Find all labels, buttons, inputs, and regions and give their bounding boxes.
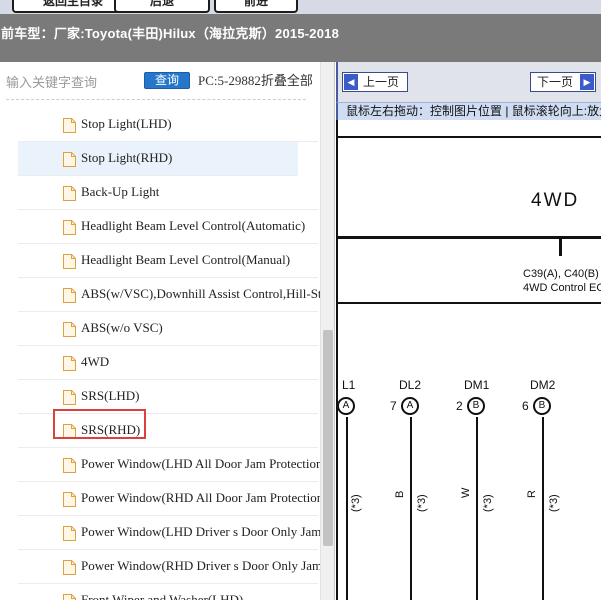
wire-label: R	[526, 490, 538, 498]
document-icon	[63, 390, 76, 405]
document-icon	[63, 424, 76, 439]
tree-item-label: Stop Light(RHD)	[81, 150, 173, 165]
diagram-viewer: ◀ 上一页 下一页 ▶ 鼠标左右拖动：控制图片位置 | 鼠标滚轮向上:放大 4W…	[336, 62, 601, 600]
tree-item-label: Back-Up Light	[81, 184, 160, 199]
document-icon	[63, 458, 76, 473]
wire-note: (*3)	[482, 494, 494, 512]
diagram-title: 4WD	[531, 190, 580, 211]
tree-item[interactable]: Power Window(RHD Driver s Door Only Jam …	[18, 550, 320, 584]
tree-item[interactable]: Stop Light(LHD)	[18, 108, 318, 142]
wiring-tree: Stop Light(LHD) Stop Light(RHD) Back-Up Li…	[0, 108, 320, 600]
wire-note: (*3)	[416, 494, 428, 512]
pin-label: DM2	[530, 378, 556, 392]
pin-connector-circle: B	[467, 397, 485, 415]
tree-item-label: Stop Light(LHD)	[81, 116, 172, 131]
tree-item-label: Headlight Beam Level Control(Automatic)	[81, 218, 306, 233]
tree-item-label: ABS(w/VSC),Downhill Assist Control,Hill-…	[81, 286, 320, 301]
prev-page-button[interactable]: ◀ 上一页	[342, 72, 408, 92]
document-icon	[63, 594, 76, 600]
pin-connector-circle: A	[401, 397, 419, 415]
tree-panel: 查询 PC:5-29882折叠全部 Stop Light(LHD)Stop Li…	[0, 62, 335, 600]
tree-item[interactable]: Headlight Beam Level Control(Manual)	[18, 244, 318, 278]
prev-page-label: 上一页	[363, 75, 400, 89]
connector-name: 4WD Control ECU	[523, 282, 601, 294]
tree-item-label: Power Window(LHD Driver s Door Only Jam …	[81, 524, 320, 539]
wire-label: B	[394, 490, 406, 498]
pin-number: 7	[390, 399, 397, 413]
tree-item-label: SRS(LHD)	[81, 388, 140, 403]
wire-label: (*3)	[350, 494, 362, 512]
pin-number: 2	[456, 399, 463, 413]
diagram-border-top	[338, 136, 601, 138]
document-icon	[63, 220, 76, 235]
tree-item-label: 4WD	[81, 354, 110, 369]
search-input[interactable]	[6, 71, 140, 93]
tree-item-label: Power Window(LHD All Door Jam Protection…	[81, 456, 320, 471]
search-divider	[6, 99, 306, 100]
tree-item[interactable]: ABS(w/o VSC)	[18, 312, 318, 346]
vehicle-label: 前车型：	[1, 26, 54, 41]
top-header: 返回主目录 后退 前进 前车型：厂家:Toyota(丰田)Hilux（海拉克斯）…	[0, 0, 601, 62]
document-icon	[63, 526, 76, 541]
search-row: 查询 PC:5-29882折叠全部	[0, 62, 335, 102]
wire-line	[542, 417, 544, 600]
document-icon	[63, 560, 76, 575]
pin-label: DL2	[399, 378, 422, 392]
ecu-box-line	[338, 302, 601, 304]
vehicle-info: 前车型：厂家:Toyota(丰田)Hilux（海拉克斯）2015-2018	[1, 23, 339, 42]
tree-item-label: Headlight Beam Level Control(Manual)	[81, 252, 291, 267]
tree-scrollbar[interactable]	[320, 62, 334, 600]
tree-item[interactable]: Power Window(RHD All Door Jam Protection…	[18, 482, 320, 516]
connector-lead	[559, 239, 562, 256]
tree-item[interactable]: ABS(w/VSC),Downhill Assist Control,Hill-…	[18, 278, 320, 312]
document-icon	[63, 322, 76, 337]
tree-item-label: Power Window(RHD All Door Jam Protection…	[81, 490, 320, 505]
page-nav: ◀ 上一页 下一页 ▶	[336, 62, 601, 102]
wire-label: W	[460, 487, 472, 498]
pin-label: L1	[342, 378, 356, 392]
forward-tab[interactable]: 前进	[214, 0, 298, 13]
collapse-all-info[interactable]: PC:5-29882折叠全部	[198, 70, 313, 89]
tree-item[interactable]: Stop Light(RHD)	[18, 142, 298, 176]
pin-number: 6	[522, 399, 529, 413]
tree-item[interactable]: Front Wiper and Washer(LHD)	[18, 584, 318, 600]
pin-connector-circle: A	[338, 397, 355, 415]
back-tab[interactable]: 后退	[114, 0, 210, 13]
wire-line	[476, 417, 478, 600]
tree-item[interactable]: SRS(RHD)	[18, 414, 318, 448]
connector-code: C39(A), C40(B)	[523, 268, 599, 280]
tree-scrollbar-thumb[interactable]	[323, 330, 333, 546]
tree-item-label: SRS(RHD)	[81, 422, 141, 437]
wire-line	[346, 417, 348, 600]
wire-line	[410, 417, 412, 600]
wiring-diagram[interactable]: 4WD C39(A), C40(B) 4WD Control ECU L1 A …	[336, 120, 601, 600]
tree-item-label: Front Wiper and Washer(LHD)	[81, 592, 244, 600]
tree-item[interactable]: Power Window(LHD Driver s Door Only Jam …	[18, 516, 320, 550]
pin-label: DM1	[464, 378, 490, 392]
search-button[interactable]: 查询	[144, 72, 190, 89]
tree-item[interactable]: Power Window(LHD All Door Jam Protection…	[18, 448, 320, 482]
document-icon	[63, 356, 76, 371]
next-page-label: 下一页	[537, 75, 574, 89]
document-icon	[63, 152, 76, 167]
vehicle-value: 厂家:Toyota(丰田)Hilux（海拉克斯）2015-2018	[53, 26, 339, 41]
next-page-button[interactable]: 下一页 ▶	[530, 72, 596, 92]
wire-note: (*3)	[548, 494, 560, 512]
pin-connector-circle: B	[533, 397, 551, 415]
document-icon	[63, 118, 76, 133]
tree-item[interactable]: Back-Up Light	[18, 176, 318, 210]
arrow-left-icon: ◀	[344, 74, 358, 90]
arrow-right-icon: ▶	[580, 74, 594, 90]
document-icon	[63, 288, 76, 303]
document-icon	[63, 492, 76, 507]
tree-item-label: Power Window(RHD Driver s Door Only Jam …	[81, 558, 320, 573]
tree-item[interactable]: SRS(LHD)	[18, 380, 318, 414]
tree-item-label: ABS(w/o VSC)	[81, 320, 163, 335]
viewer-hint: 鼠标左右拖动：控制图片位置 | 鼠标滚轮向上:放大	[336, 102, 601, 120]
document-icon	[63, 254, 76, 269]
tree-item[interactable]: 4WD	[18, 346, 318, 380]
document-icon	[63, 186, 76, 201]
tree-item[interactable]: Headlight Beam Level Control(Automatic)	[18, 210, 318, 244]
